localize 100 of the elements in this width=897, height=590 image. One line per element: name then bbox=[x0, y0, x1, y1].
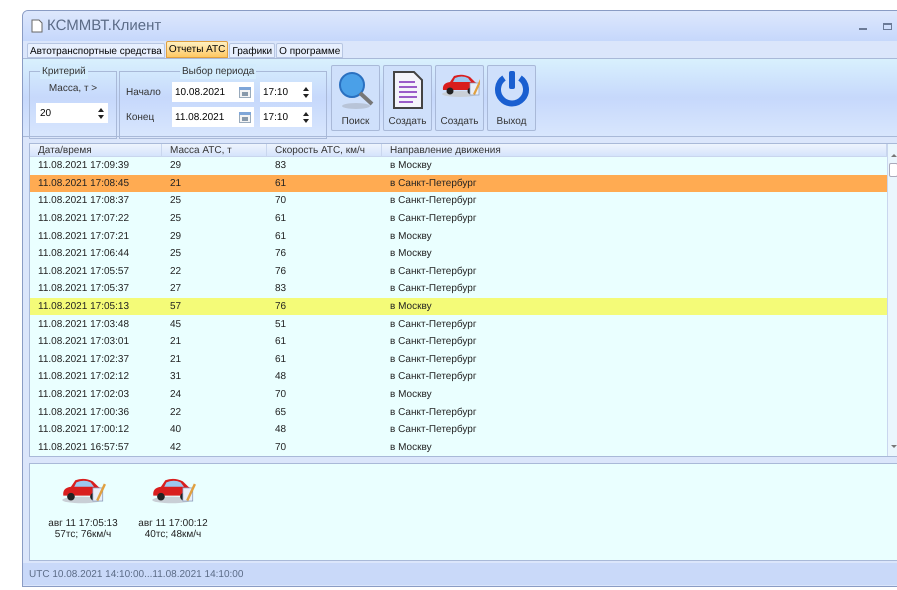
maximize-icon[interactable] bbox=[883, 22, 892, 30]
toolbar-button[interactable]: Поиск bbox=[331, 65, 380, 131]
table-cell-text: 61 bbox=[274, 335, 288, 350]
document-icon bbox=[31, 19, 43, 33]
table-cell-text: 76 bbox=[274, 264, 288, 279]
table-cell-text: в Москву bbox=[389, 300, 433, 314]
table-cell-text: 25 bbox=[169, 247, 182, 262]
table-cell-text: 45 bbox=[169, 318, 182, 332]
date-field[interactable]: 11.08.2021 bbox=[172, 107, 254, 127]
table-cell-text: в Москву bbox=[389, 388, 433, 402]
table-cell-text: 11.08.2021 17:03:01 bbox=[37, 335, 130, 350]
spinner-icon[interactable] bbox=[98, 108, 104, 118]
table-cell-text: в Санкт-Петербург bbox=[389, 352, 478, 367]
table-cell-text: 76 bbox=[274, 300, 288, 314]
tab[interactable]: О программе bbox=[276, 43, 344, 58]
column-header[interactable]: Дата/время bbox=[30, 144, 162, 157]
toolbar-button[interactable]: Выход bbox=[487, 65, 536, 131]
group-title: Выбор периода bbox=[180, 64, 256, 79]
highlighted-row[interactable]: 11.08.2021 17:05:13 57 76 в Москву bbox=[30, 298, 887, 316]
table-cell-text: 22 bbox=[169, 264, 182, 279]
table-cell-text: 11.08.2021 17:09:39 bbox=[37, 159, 130, 174]
table-cell-text: 51 bbox=[274, 318, 288, 332]
vehicle-time: авг 11 17:05:13 bbox=[48, 518, 118, 529]
field-label: Масса, т > bbox=[48, 82, 98, 96]
table-cell-text: 65 bbox=[274, 406, 288, 420]
toolbar-button[interactable]: Создать bbox=[435, 65, 484, 131]
scroll-down-icon[interactable] bbox=[890, 445, 896, 448]
table-cell-text: в Москву bbox=[389, 230, 433, 244]
table-cell-text: в Санкт-Петербург bbox=[389, 212, 478, 226]
table-cell-text: 31 bbox=[169, 370, 182, 384]
table-cell-text: 22 bbox=[169, 406, 182, 420]
table-cell-text: 11.08.2021 17:06:44 bbox=[37, 247, 130, 262]
scroll-thumb[interactable] bbox=[889, 163, 897, 177]
scroll-up-icon[interactable] bbox=[890, 154, 896, 157]
table-cell-text: 11.08.2021 17:05:13 bbox=[37, 300, 130, 314]
table-cell-text: 11.08.2021 17:02:03 bbox=[37, 388, 130, 402]
table-cell-text: 11.08.2021 16:57:57 bbox=[37, 440, 130, 455]
calendar-icon[interactable] bbox=[239, 86, 251, 98]
table-cell-text: 27 bbox=[169, 282, 182, 296]
table-cell-text: в Санкт-Петербург bbox=[389, 282, 478, 296]
table-cell-text: 61 bbox=[274, 212, 288, 226]
table-cell-text: в Санкт-Петербург bbox=[389, 318, 478, 332]
tab[interactable]: Отчеты АТС bbox=[166, 41, 228, 58]
table-cell-text: 61 bbox=[274, 176, 288, 191]
table-cell-text: в Санкт-Петербург bbox=[389, 194, 478, 208]
table-cell-text: 11.08.2021 17:00:36 bbox=[37, 406, 130, 420]
table-cell-text: 83 bbox=[274, 159, 288, 174]
window-title: КСММВТ.Клиент bbox=[47, 16, 162, 36]
table-cell-text: 11.08.2021 17:05:37 bbox=[37, 282, 130, 296]
vehicle-details: 40тс; 48км/ч bbox=[144, 529, 202, 540]
column-header[interactable]: Масса АТС, т bbox=[162, 144, 267, 157]
spinner-icon[interactable] bbox=[303, 86, 309, 98]
highlighted-row[interactable]: 11.08.2021 17:08:45 21 61 в Санкт-Петербург bbox=[30, 174, 887, 192]
calendar-icon[interactable] bbox=[239, 112, 251, 122]
toolbar-button[interactable]: Создать bbox=[383, 65, 432, 131]
table-cell-text: 21 bbox=[169, 335, 182, 350]
table-cell-text: 70 bbox=[274, 194, 288, 208]
table-cell-text: 24 bbox=[169, 388, 182, 402]
table-cell-text: 11.08.2021 17:02:37 bbox=[37, 352, 130, 367]
minimize-icon[interactable] bbox=[859, 28, 867, 32]
table-cell-text: 25 bbox=[169, 212, 182, 226]
time-field[interactable]: 17:10 bbox=[260, 107, 312, 127]
table-cell-text: в Санкт-Петербург bbox=[389, 370, 478, 384]
table-cell-text: в Москву bbox=[389, 159, 433, 174]
table-cell-text: в Санкт-Петербург bbox=[389, 406, 478, 420]
scrollbar[interactable] bbox=[887, 144, 897, 456]
table-cell-text: 11.08.2021 17:07:21 bbox=[37, 230, 130, 244]
table-cell-text: 61 bbox=[274, 352, 288, 367]
table-cell-text: 42 bbox=[169, 440, 182, 455]
table-cell-text: 61 bbox=[274, 230, 288, 244]
table-cell-text: 83 bbox=[274, 282, 288, 296]
table-cell-text: 11.08.2021 17:07:22 bbox=[37, 212, 130, 226]
table-cell-text: 11.08.2021 17:08:37 bbox=[37, 194, 130, 208]
table-cell-text: 70 bbox=[274, 440, 288, 455]
table-cell-text: 21 bbox=[169, 352, 182, 367]
tab[interactable]: Графики bbox=[229, 43, 276, 58]
spinner-icon[interactable] bbox=[303, 112, 309, 122]
table-cell-text: 25 bbox=[169, 194, 182, 208]
time-field[interactable]: 17:10 bbox=[260, 82, 312, 102]
date-field[interactable]: 10.08.2021 bbox=[172, 82, 254, 102]
table-cell-text: 57 bbox=[169, 300, 182, 314]
table-cell-text: 11.08.2021 17:03:48 bbox=[37, 318, 130, 332]
table-cell-text: 76 bbox=[274, 247, 288, 262]
group-title: Критерий bbox=[40, 64, 88, 79]
field-label: Конец bbox=[126, 110, 156, 124]
table-cell-text: 48 bbox=[274, 370, 288, 384]
table-cell-text: 29 bbox=[169, 230, 182, 244]
table-cell-text: 11.08.2021 17:02:12 bbox=[37, 370, 130, 384]
table-cell-text: в Санкт-Петербург bbox=[389, 264, 478, 279]
tab[interactable]: Автотранспортные средства bbox=[27, 43, 165, 58]
table-cell-text: 48 bbox=[274, 423, 288, 438]
status-text: UTC 10.08.2021 14:10:00...11.08.2021 14:10:00 bbox=[29, 568, 244, 582]
table-cell-text: 21 bbox=[169, 176, 182, 191]
table-cell-text: 40 bbox=[169, 423, 182, 438]
field-label: Начало bbox=[126, 86, 162, 100]
number-field[interactable]: 20 bbox=[36, 103, 108, 123]
column-header[interactable]: Скорость АТС, км/ч bbox=[267, 144, 382, 157]
table-cell-text: в Москву bbox=[389, 440, 433, 455]
table-cell-text: 11.08.2021 17:08:45 bbox=[37, 176, 130, 191]
vehicle-details: 57тс; 76км/ч bbox=[54, 529, 112, 540]
